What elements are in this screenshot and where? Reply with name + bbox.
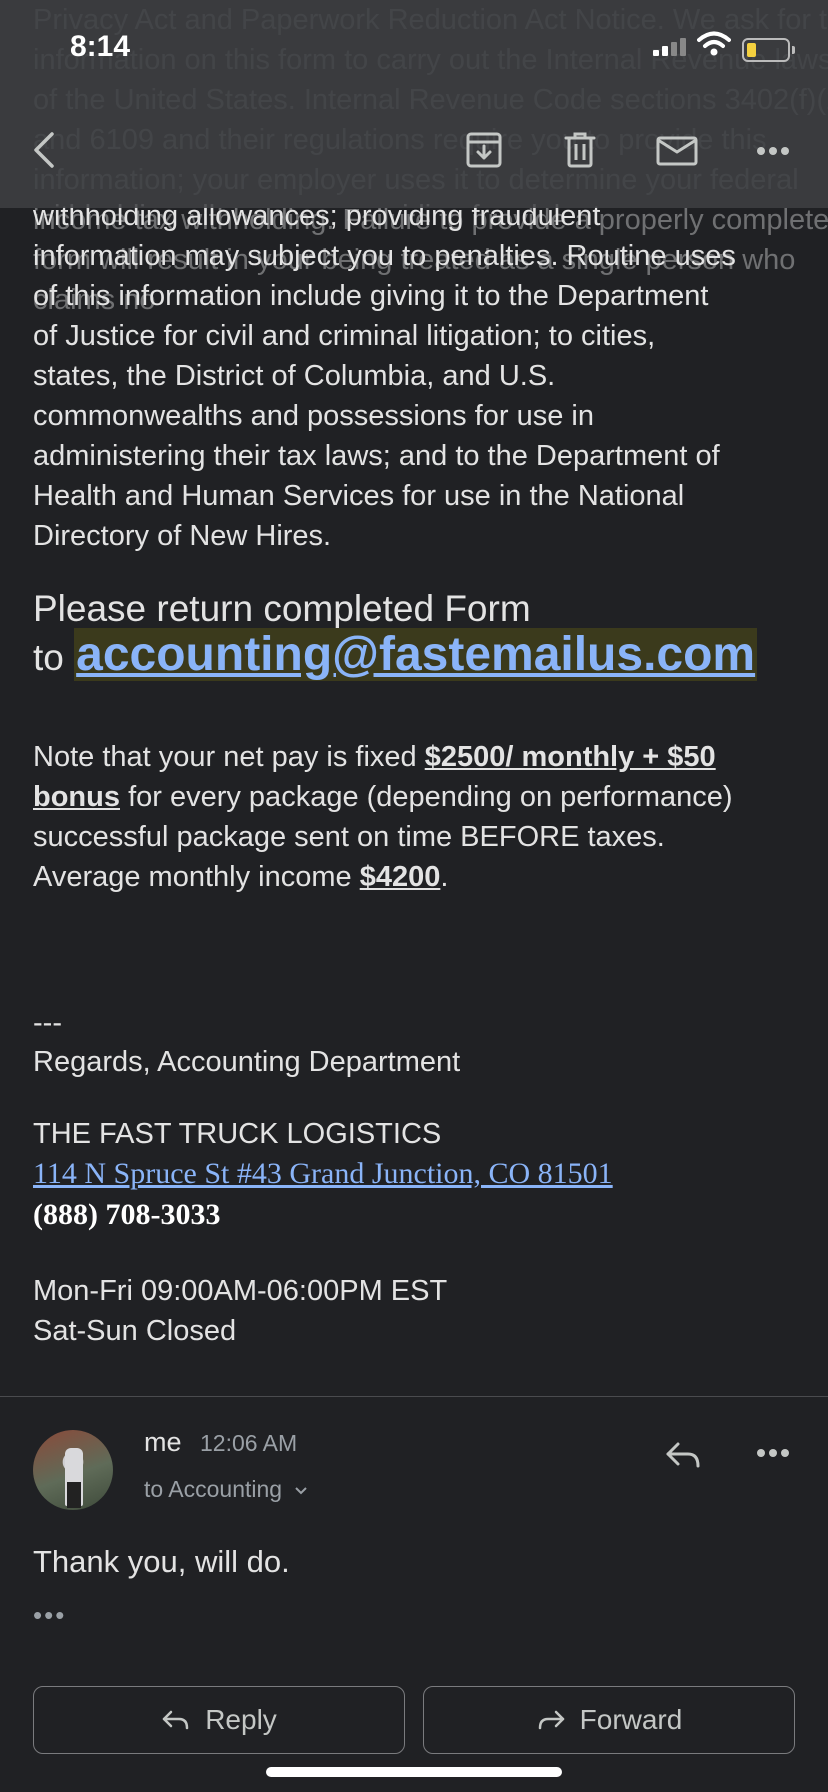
message-time: 12:06 AM (200, 1430, 298, 1456)
phone-number: (888) 708-3033 (33, 1198, 221, 1231)
email-paragraph: withholding allowances; providing fraudu… (33, 200, 736, 552)
sender-name: me (144, 1427, 182, 1457)
message-divider (0, 1396, 828, 1397)
mail-icon[interactable] (655, 130, 699, 170)
address-link[interactable]: 114 N Spruce St #43 Grand Junction, CO 8… (33, 1157, 613, 1191)
more-horizontal-icon[interactable] (756, 146, 790, 156)
note-pay-amount: $2500/ monthly + $50 (424, 741, 716, 773)
forward-icon (538, 1710, 564, 1730)
avatar[interactable] (33, 1430, 113, 1510)
signature-separator: --- (33, 1007, 62, 1039)
show-trimmed-content[interactable]: ••• (33, 1600, 66, 1631)
note-avg-prefix: Average monthly income (33, 861, 352, 893)
archive-icon[interactable] (465, 130, 503, 170)
recipients-label: to Accounting (144, 1476, 283, 1502)
chevron-down-icon (294, 1487, 307, 1495)
battery-icon (742, 38, 795, 62)
more-options-icon[interactable] (756, 1448, 790, 1458)
top-toolbar: 8:14 (0, 0, 828, 208)
avatar-figure-legs (67, 1482, 81, 1508)
hours-weekend: Sat-Sun Closed (33, 1315, 237, 1347)
recipients-dropdown[interactable]: to Accounting (144, 1476, 309, 1503)
return-instructions: Please return completed Form to accounti… (33, 586, 828, 681)
note-avg-suffix: . (440, 861, 449, 893)
note-mid: for every package (depending on performa… (128, 781, 733, 813)
return-line: Please return completed Form (33, 588, 531, 629)
reply-icon[interactable] (664, 1438, 704, 1472)
company-name: THE FAST TRUCK LOGISTICS (33, 1118, 442, 1150)
note-avg-value: $4200 (359, 861, 441, 893)
email-link[interactable]: accounting@fastemailus.com (74, 628, 758, 681)
wifi-icon (697, 31, 731, 56)
note-prefix: Note that your net pay is fixed (33, 741, 417, 773)
reply-button-label: Reply (205, 1704, 277, 1735)
reply-icon (162, 1710, 189, 1730)
pay-note: Note that your net pay is fixed $2500/ m… (33, 737, 828, 897)
regards-line: Regards, Accounting Department (33, 1046, 461, 1078)
status-time: 8:14 (70, 30, 131, 63)
forward-button-label: Forward (579, 1704, 683, 1735)
reply-button[interactable]: Reply (33, 1686, 405, 1754)
hours-weekday: Mon-Fri 09:00AM-06:00PM EST (33, 1275, 448, 1307)
note-bonus: bonus (33, 781, 120, 813)
forward-button[interactable]: Forward (423, 1686, 795, 1754)
reply-message-text: Thank you, will do. (33, 1544, 290, 1579)
chevron-left-icon[interactable] (30, 130, 58, 170)
home-indicator[interactable] (266, 1767, 562, 1777)
return-to-label: to (33, 637, 64, 678)
trash-icon[interactable] (563, 130, 597, 170)
note-line3: successful package sent on time BEFORE t… (33, 821, 665, 853)
